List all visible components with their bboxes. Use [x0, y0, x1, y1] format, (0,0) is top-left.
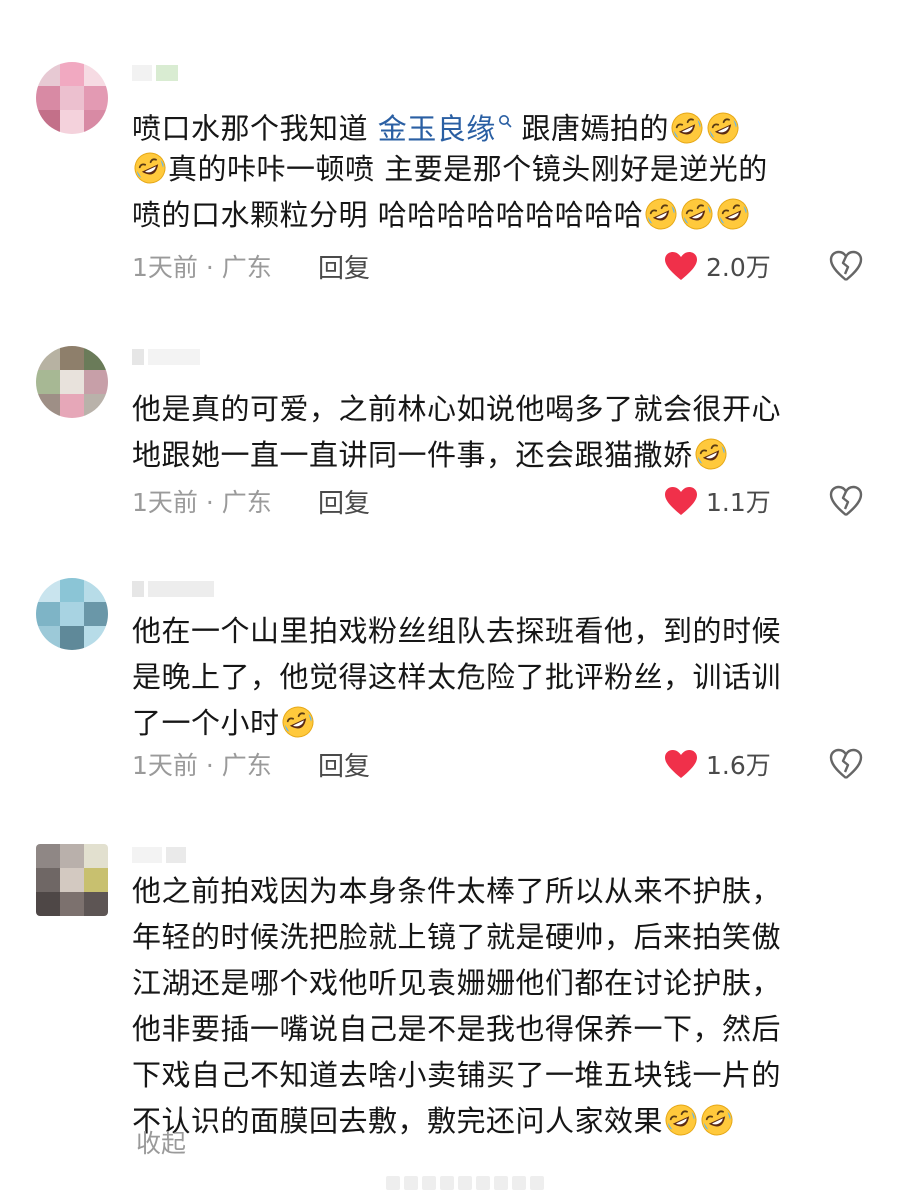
comment-text-segment: 真的咔咔一顿喷 主要是那个镜头刚好是逆光的 [168, 152, 768, 186]
comment-text-segment: 他是真的可爱，之前林心如说他喝多了就会很开心 [132, 392, 782, 426]
username-blurred[interactable] [132, 346, 200, 368]
comment-text-segment: 地跟她一直一直讲同一件事，还会跟猫撒娇 [132, 438, 693, 472]
search-icon [498, 113, 512, 132]
rolling-on-floor-laughing-emoji [695, 438, 727, 470]
comment-text: 他在一个山里拍戏粉丝组队去探班看他，到的时候 是晚上了，他觉得这样太危险了批评粉丝… [132, 608, 852, 746]
watermark [386, 1176, 544, 1190]
rolling-on-floor-laughing-emoji [134, 152, 166, 184]
comment-text-segment: 江湖还是哪个戏他听见袁姗姗他们都在讨论护肤， [132, 966, 782, 1000]
topic-link[interactable]: 金玉良缘 [378, 112, 512, 146]
comment-line: 年轻的时候洗把脸就上镜了就是硬帅，后来拍笑傲 [132, 914, 852, 960]
like-button[interactable]: 2.0万 [664, 248, 771, 284]
comment-text-segment: 喷的口水颗粒分明 哈哈哈哈哈哈哈哈哈 [132, 198, 644, 232]
comment-line: 喷的口水颗粒分明 哈哈哈哈哈哈哈哈哈 [132, 192, 852, 238]
broken-heart-icon[interactable] [828, 746, 864, 782]
reply-button[interactable]: 回复 [318, 746, 370, 783]
comment-line: 下戏自己不知道去啥小卖铺买了一堆五块钱一片的 [132, 1052, 852, 1098]
comment-text: 喷口水那个我知道 金玉良缘 跟唐嫣拍的真的咔咔一顿喷 主要是那个镜头刚好是逆光的… [132, 100, 852, 238]
collapse-button[interactable]: 收起 [136, 1124, 186, 1160]
comment-text-segment: 喷口水那个我知道 [132, 111, 378, 146]
comment-text-segment: 他在一个山里拍戏粉丝组队去探班看他，到的时候 [132, 614, 782, 648]
avatar[interactable] [36, 844, 108, 916]
username-blurred[interactable] [132, 578, 214, 600]
like-count: 1.6万 [706, 751, 771, 780]
rolling-on-floor-laughing-emoji [681, 198, 713, 230]
comment-time-location: 1天前 · 广东 [132, 751, 272, 780]
comment-text-segment: 不认识的面膜回去敷，敷完还问人家效果 [132, 1104, 664, 1138]
comment-text: 他之前拍戏因为本身条件太棒了所以从来不护肤， 年轻的时候洗把脸就上镜了就是硬帅，后… [132, 868, 852, 1144]
rolling-on-floor-laughing-emoji [717, 198, 749, 230]
comment-text-segment: 年轻的时候洗把脸就上镜了就是硬帅，后来拍笑傲 [132, 920, 782, 954]
comment-meta: 1天前 · 广东 回复 2.0万 [132, 246, 864, 286]
comment-line: 他非要插一嘴说自己是不是我也得保养一下，然后 [132, 1006, 852, 1052]
heart-icon [665, 252, 697, 280]
comment-time-location: 1天前 · 广东 [132, 253, 272, 282]
comment-meta: 1天前 · 广东 回复 1.1万 [132, 481, 864, 521]
comment-line: 他之前拍戏因为本身条件太棒了所以从来不护肤， [132, 868, 852, 914]
like-button[interactable]: 1.1万 [664, 483, 771, 519]
comment-line: 他在一个山里拍戏粉丝组队去探班看他，到的时候 [132, 608, 852, 654]
avatar[interactable] [36, 578, 108, 650]
comment-line: 不认识的面膜回去敷，敷完还问人家效果 [132, 1098, 852, 1144]
like-button[interactable]: 1.6万 [664, 746, 771, 782]
reply-button[interactable]: 回复 [318, 248, 370, 285]
like-count: 1.1万 [706, 488, 771, 517]
rolling-on-floor-laughing-emoji [701, 1104, 733, 1136]
comment-text-segment: 是晚上了，他觉得这样太危险了批评粉丝，训话训 [132, 660, 782, 694]
comment-text-segment: 他之前拍戏因为本身条件太棒了所以从来不护肤， [132, 874, 782, 908]
comment-line: 地跟她一直一直讲同一件事，还会跟猫撒娇 [132, 432, 852, 478]
rolling-on-floor-laughing-emoji [645, 198, 677, 230]
avatar[interactable] [36, 62, 108, 134]
like-count: 2.0万 [706, 253, 771, 282]
comment-text-segment: 了一个小时 [132, 706, 280, 740]
comment-line: 他是真的可爱，之前林心如说他喝多了就会很开心 [132, 386, 852, 432]
broken-heart-icon[interactable] [828, 483, 864, 519]
comment-text-segment: 他非要插一嘴说自己是不是我也得保养一下，然后 [132, 1012, 782, 1046]
comment-line: 喷口水那个我知道 金玉良缘 跟唐嫣拍的 [132, 100, 852, 146]
heart-icon [665, 750, 697, 778]
username-blurred[interactable] [132, 844, 186, 866]
rolling-on-floor-laughing-emoji [282, 706, 314, 738]
rolling-on-floor-laughing-emoji [707, 112, 739, 144]
username-blurred[interactable] [132, 62, 178, 84]
avatar[interactable] [36, 346, 108, 418]
comment-time-location: 1天前 · 广东 [132, 488, 272, 517]
broken-heart-icon[interactable] [828, 248, 864, 284]
comment-meta: 1天前 · 广东 回复 1.6万 [132, 744, 864, 784]
comment-line: 了一个小时 [132, 700, 852, 746]
rolling-on-floor-laughing-emoji [671, 112, 703, 144]
reply-button[interactable]: 回复 [318, 483, 370, 520]
comment-text-segment: 下戏自己不知道去啥小卖铺买了一堆五块钱一片的 [132, 1058, 782, 1092]
comment-line: 真的咔咔一顿喷 主要是那个镜头刚好是逆光的 [132, 146, 852, 192]
comment-line: 江湖还是哪个戏他听见袁姗姗他们都在讨论护肤， [132, 960, 852, 1006]
comment-text-segment: 跟唐嫣拍的 [511, 111, 669, 146]
rolling-on-floor-laughing-emoji [665, 1104, 697, 1136]
comment-line: 是晚上了，他觉得这样太危险了批评粉丝，训话训 [132, 654, 852, 700]
heart-icon [665, 487, 697, 515]
comment-text: 他是真的可爱，之前林心如说他喝多了就会很开心 地跟她一直一直讲同一件事，还会跟猫撒… [132, 386, 852, 478]
